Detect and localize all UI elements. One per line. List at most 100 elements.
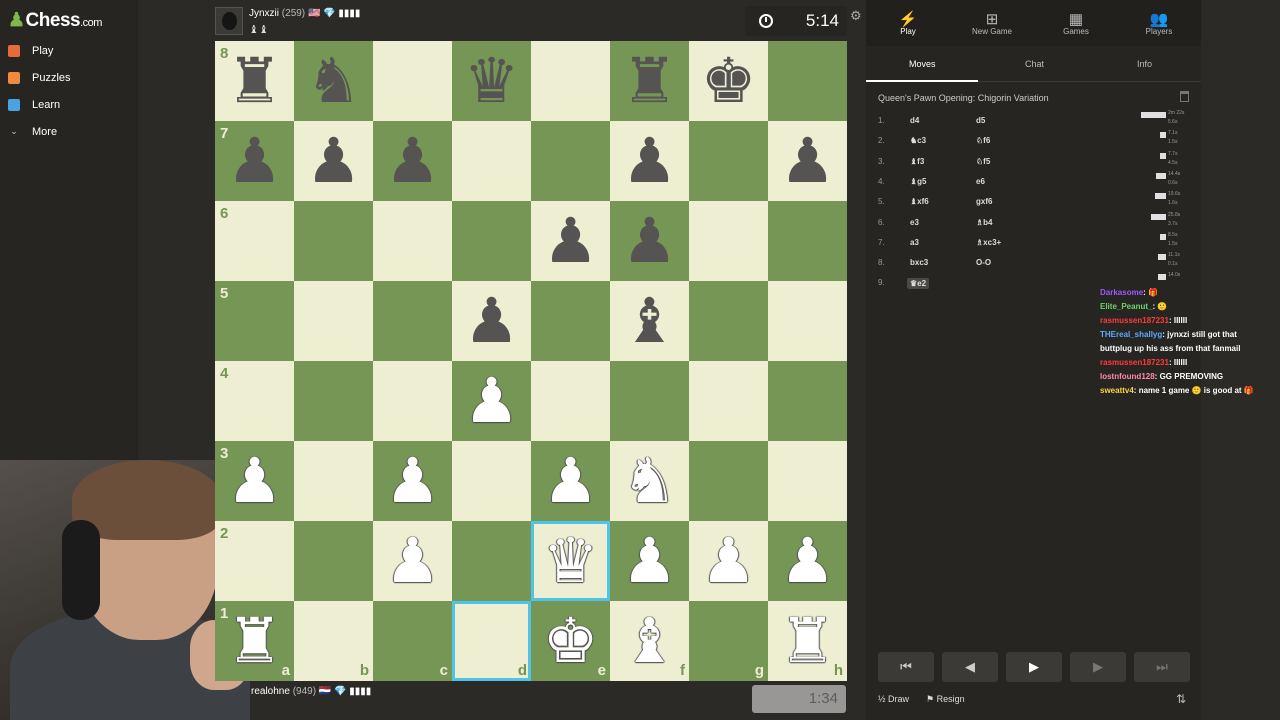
black-move[interactable]: O-O [976, 258, 991, 267]
top-player-name[interactable]: Jynxzii (259) 🇺🇸 💎 ▮▮▮▮ [249, 8, 360, 19]
square-b4[interactable] [294, 361, 373, 441]
prev-move-button[interactable]: ◀ [942, 652, 998, 682]
square-d6[interactable] [452, 201, 531, 281]
avatar[interactable] [215, 7, 243, 35]
play-button[interactable]: ▶ [1006, 652, 1062, 682]
square-a6[interactable]: 6 [215, 201, 294, 281]
square-f3[interactable]: ♞ [610, 441, 689, 521]
square-e7[interactable] [531, 121, 610, 201]
square-c1[interactable]: c [373, 601, 452, 681]
player-name[interactable]: Jynxzii [249, 8, 279, 19]
black-move[interactable]: ♘f6 [976, 136, 990, 145]
square-g8[interactable]: ♚ [689, 41, 768, 121]
white-move[interactable]: a3 [910, 238, 919, 247]
square-f5[interactable]: ♝ [610, 281, 689, 361]
chat-username[interactable]: Darkasome [1100, 288, 1143, 297]
square-f7[interactable]: ♟ [610, 121, 689, 201]
black-piece-a7[interactable]: ♟ [215, 121, 294, 201]
black-piece-f8[interactable]: ♜ [610, 41, 689, 121]
square-e1[interactable]: e ♚ [531, 601, 610, 681]
white-piece-h2[interactable]: ♟ [768, 521, 847, 601]
square-d7[interactable] [452, 121, 531, 201]
white-piece-f3[interactable]: ♞ [610, 441, 689, 521]
square-b1[interactable]: b [294, 601, 373, 681]
tab-chat[interactable]: Chat [1025, 59, 1044, 69]
white-piece-g2[interactable]: ♟ [689, 521, 768, 601]
square-d3[interactable] [452, 441, 531, 521]
white-piece-h1[interactable]: ♜ [768, 601, 847, 681]
white-piece-c2[interactable]: ♟ [373, 521, 452, 601]
square-f1[interactable]: f ♝ [610, 601, 689, 681]
white-move[interactable]: ♝g5 [910, 177, 927, 186]
square-g5[interactable] [689, 281, 768, 361]
gear-icon[interactable]: ⚙ [850, 9, 862, 24]
black-move[interactable]: gxf6 [976, 197, 992, 206]
square-e4[interactable] [531, 361, 610, 441]
player-name[interactable]: realohne [251, 686, 290, 697]
black-piece-f5[interactable]: ♝ [610, 281, 689, 361]
tab-new-game[interactable]: ⊞ New Game [952, 0, 1032, 46]
square-a2[interactable]: 2 [215, 521, 294, 601]
white-move[interactable]: ♛e2 [907, 278, 930, 290]
square-a3[interactable]: 3 ♟ [215, 441, 294, 521]
square-d2[interactable] [452, 521, 531, 601]
square-e6[interactable]: ♟ [531, 201, 610, 281]
square-b3[interactable] [294, 441, 373, 521]
square-f4[interactable] [610, 361, 689, 441]
black-piece-f7[interactable]: ♟ [610, 121, 689, 201]
square-e5[interactable] [531, 281, 610, 361]
next-move-button[interactable]: ▶ [1070, 652, 1126, 682]
black-move[interactable]: ♘f5 [976, 157, 990, 166]
square-g2[interactable]: ♟ [689, 521, 768, 601]
square-b5[interactable] [294, 281, 373, 361]
white-move[interactable]: bxc3 [910, 258, 928, 267]
black-piece-f6[interactable]: ♟ [610, 201, 689, 281]
sidebar-item-learn[interactable]: Learn [8, 95, 60, 115]
flip-board-icon[interactable]: ⇅ [1176, 692, 1186, 706]
black-piece-e6[interactable]: ♟ [531, 201, 610, 281]
square-c2[interactable]: ♟ [373, 521, 452, 601]
square-b7[interactable]: ♟ [294, 121, 373, 201]
square-c6[interactable] [373, 201, 452, 281]
chat-username[interactable]: sweattv4 [1100, 386, 1134, 395]
black-move[interactable]: ♗xc3+ [976, 238, 1001, 247]
sidebar-item-puzzles[interactable]: Puzzles [8, 68, 71, 88]
square-h4[interactable] [768, 361, 847, 441]
chat-username[interactable]: Elite_Peanut_ [1100, 302, 1152, 311]
white-piece-f1[interactable]: ♝ [610, 601, 689, 681]
black-piece-g8[interactable]: ♚ [689, 41, 768, 121]
white-piece-e1[interactable]: ♚ [531, 601, 610, 681]
square-g3[interactable] [689, 441, 768, 521]
square-f2[interactable]: ♟ [610, 521, 689, 601]
sidebar-item-more[interactable]: ⌄ More [8, 122, 57, 142]
square-c5[interactable] [373, 281, 452, 361]
square-g1[interactable]: g [689, 601, 768, 681]
white-move[interactable]: ♝f3 [910, 157, 924, 166]
square-h6[interactable] [768, 201, 847, 281]
chesscom-logo[interactable]: ♟Chess.com [8, 9, 102, 32]
black-move[interactable]: ♗b4 [976, 218, 993, 227]
square-c8[interactable] [373, 41, 452, 121]
square-h7[interactable]: ♟ [768, 121, 847, 201]
resign-button[interactable]: ⚑ Resign [926, 694, 965, 705]
square-d1[interactable]: d [452, 601, 531, 681]
square-e8[interactable] [531, 41, 610, 121]
square-a1[interactable]: 1 a ♜ [215, 601, 294, 681]
white-move[interactable]: e3 [910, 218, 919, 227]
square-a5[interactable]: 5 [215, 281, 294, 361]
white-piece-f2[interactable]: ♟ [610, 521, 689, 601]
tab-play[interactable]: ⚡ Play [868, 0, 948, 46]
tab-info[interactable]: Info [1137, 59, 1152, 69]
tab-games[interactable]: ▦ Games [1036, 0, 1116, 46]
white-move[interactable]: ♞c3 [910, 136, 926, 145]
square-h3[interactable] [768, 441, 847, 521]
chat-username[interactable]: lostnfound128 [1100, 372, 1155, 381]
black-move[interactable]: e6 [976, 177, 985, 186]
white-move[interactable]: ♝xf6 [910, 197, 929, 206]
white-move[interactable]: d4 [910, 116, 919, 125]
white-piece-d4[interactable]: ♟ [452, 361, 531, 441]
square-b6[interactable] [294, 201, 373, 281]
black-piece-h7[interactable]: ♟ [768, 121, 847, 201]
white-piece-c3[interactable]: ♟ [373, 441, 452, 521]
square-e3[interactable]: ♟ [531, 441, 610, 521]
